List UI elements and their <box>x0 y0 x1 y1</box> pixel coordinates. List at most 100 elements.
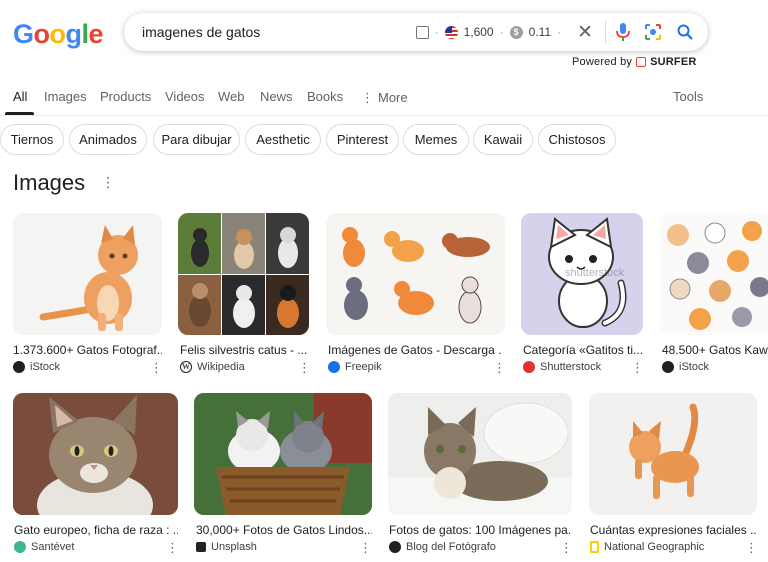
tools-button[interactable]: Tools <box>673 89 703 104</box>
separator-dot: · <box>499 25 504 39</box>
image-source[interactable]: Santévet <box>14 541 74 553</box>
microphone-icon[interactable] <box>612 21 634 43</box>
tab-images[interactable]: Images <box>44 89 87 104</box>
separator-dot: · <box>434 25 439 39</box>
image-title[interactable]: 30,000+ Fotos de Gatos Lindos... <box>196 523 372 537</box>
european-cat-photo <box>13 393 178 515</box>
image-thumbnail[interactable] <box>326 213 505 335</box>
image-source[interactable]: Freepik <box>328 361 382 373</box>
keyword-metrics: · 1,600 · $ 0.11 · <box>415 25 561 39</box>
image-title[interactable]: Fotos de gatos: 100 Imágenes pa... <box>389 523 572 537</box>
chip-para-dibujar[interactable]: Para dibujar <box>153 124 240 155</box>
image-title[interactable]: Gato europeo, ficha de raza : ... <box>14 523 178 537</box>
clear-icon[interactable]: ✕ <box>577 23 593 42</box>
logo-letter: e <box>88 19 104 49</box>
wikipedia-icon: W <box>180 361 192 373</box>
image-thumbnail[interactable] <box>388 393 572 515</box>
powered-by-surfer[interactable]: Powered by SURFER <box>572 56 697 68</box>
tab-more[interactable]: ⋮ More <box>361 90 408 106</box>
more-options-icon[interactable]: ⋮ <box>166 541 179 554</box>
logo-letter: l <box>81 19 90 49</box>
source-label: Blog del Fotógrafo <box>406 541 496 553</box>
tab-all[interactable]: All <box>13 89 27 104</box>
more-options-icon[interactable]: ⋮ <box>298 361 311 374</box>
image-source[interactable]: W Wikipedia <box>180 361 245 373</box>
image-title[interactable]: Cuántas expresiones faciales ... <box>590 523 756 537</box>
powered-by-label: Powered by <box>572 56 633 68</box>
logo-letter: o <box>49 19 67 49</box>
image-title[interactable]: Felis silvestris catus - ... <box>180 343 311 357</box>
tab-products[interactable]: Products <box>100 89 151 104</box>
more-options-icon[interactable]: ⋮ <box>631 361 644 374</box>
tab-more-label: More <box>378 90 408 105</box>
image-thumbnail[interactable] <box>13 213 162 335</box>
tabby-couch-photo <box>388 393 572 515</box>
image-thumbnail[interactable] <box>660 213 768 335</box>
tab-videos[interactable]: Videos <box>165 89 205 104</box>
image-thumbnail[interactable] <box>194 393 372 515</box>
chip-memes[interactable]: Memes <box>403 124 469 155</box>
logo-letter: o <box>33 19 51 49</box>
chip-animados[interactable]: Animados <box>69 124 147 155</box>
ginger-cat-photo <box>39 225 138 331</box>
istock-icon <box>662 361 674 373</box>
tab-books[interactable]: Books <box>307 89 343 104</box>
chip-kawaii[interactable]: Kawaii <box>473 124 533 155</box>
image-thumbnail[interactable] <box>589 393 757 515</box>
image-title[interactable]: Imágenes de Gatos - Descarga ... <box>328 343 501 357</box>
section-title: Images <box>13 170 86 195</box>
google-logo[interactable]: Google <box>13 19 104 50</box>
more-vert-icon: ⋮ <box>361 90 374 105</box>
search-box[interactable]: imagenes de gatos · 1,600 · $ 0.11 · ✕ <box>124 13 708 51</box>
santevet-icon <box>14 541 26 553</box>
more-options-icon[interactable]: ⋮ <box>359 541 372 554</box>
search-tabs: All Images Products Videos Web News Book… <box>0 82 768 116</box>
more-options-icon[interactable]: ⋮ <box>150 361 163 374</box>
more-options-icon[interactable]: ⋮ <box>560 541 573 554</box>
us-flag-icon <box>444 25 458 39</box>
lens-camera-icon[interactable] <box>642 21 664 43</box>
image-title[interactable]: 48.500+ Gatos Kawa... <box>662 343 768 357</box>
chip-pinterest[interactable]: Pinterest <box>326 124 399 155</box>
image-source[interactable]: Unsplash <box>196 541 257 553</box>
chip-aesthetic[interactable]: Aesthetic <box>245 124 321 155</box>
surfer-brand: SURFER <box>650 56 697 68</box>
chip-chistosos[interactable]: Chistosos <box>538 124 616 155</box>
logo-letter: G <box>13 19 34 49</box>
image-thumbnail[interactable]: shutterstock <box>521 213 643 335</box>
image-source[interactable]: Shutterstock <box>523 361 601 373</box>
section-menu-icon[interactable]: ⋮ <box>101 175 115 189</box>
surfer-logo-icon <box>636 57 647 67</box>
cartoon-cats-illustration <box>342 227 490 324</box>
cat-collage-photo <box>178 213 309 335</box>
search-icon[interactable] <box>674 21 696 43</box>
keyword-checkbox[interactable] <box>415 25 429 39</box>
dollar-coin-icon: $ <box>509 25 523 39</box>
image-source[interactable]: Blog del Fotógrafo <box>389 541 496 553</box>
more-options-icon[interactable]: ⋮ <box>745 541 758 554</box>
image-title[interactable]: 1.373.600+ Gatos Fotograf... <box>13 343 162 357</box>
unsplash-icon <box>196 542 206 552</box>
image-title[interactable]: Categoría «Gatitos ti... <box>523 343 643 357</box>
shutterstock-icon <box>523 361 535 373</box>
source-label: iStock <box>679 361 709 373</box>
tab-web[interactable]: Web <box>218 89 245 104</box>
active-tab-indicator <box>5 112 34 115</box>
tab-news[interactable]: News <box>260 89 293 104</box>
source-label: Santévet <box>31 541 75 553</box>
image-source[interactable]: National Geographic <box>590 541 704 553</box>
source-label: iStock <box>30 361 60 373</box>
image-source[interactable]: iStock <box>13 361 60 373</box>
cpc-value: 0.11 <box>528 25 552 39</box>
more-options-icon[interactable]: ⋮ <box>493 361 506 374</box>
image-thumbnail[interactable] <box>178 213 309 335</box>
chip-tiernos[interactable]: Tiernos <box>0 124 64 155</box>
image-source[interactable]: iStock <box>662 361 709 373</box>
source-label: Freepik <box>345 361 382 373</box>
image-thumbnail[interactable] <box>13 393 178 515</box>
blog-fotografo-icon <box>389 541 401 553</box>
search-volume: 1,600 <box>463 25 494 39</box>
search-input[interactable]: imagenes de gatos <box>142 24 416 40</box>
istock-icon <box>13 361 25 373</box>
logo-letter: g <box>65 19 83 49</box>
